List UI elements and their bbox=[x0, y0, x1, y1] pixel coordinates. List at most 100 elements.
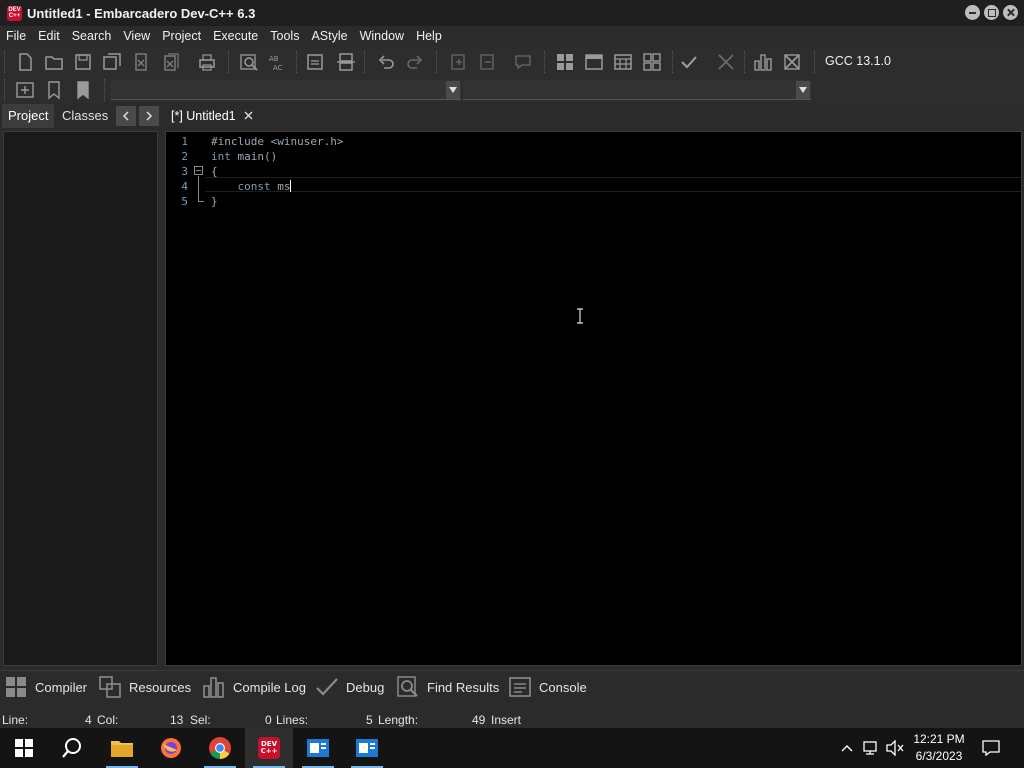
action-center-button[interactable] bbox=[980, 728, 1002, 768]
main-toolbar: AB AC GCC 13.1.0 bbox=[0, 47, 1024, 77]
code-editor[interactable]: 1 #include <winuser.h> 2 int main() 3 { … bbox=[165, 131, 1022, 666]
close-button[interactable] bbox=[1003, 5, 1018, 20]
compiler-selector[interactable]: GCC 13.1.0 bbox=[825, 54, 891, 68]
taskbar-chrome[interactable] bbox=[196, 728, 244, 768]
menu-edit[interactable]: Edit bbox=[32, 26, 66, 47]
tab-classes[interactable]: Classes bbox=[56, 104, 114, 128]
clean-icon[interactable] bbox=[780, 51, 804, 73]
notification-icon bbox=[982, 740, 1000, 756]
toolbar-grip[interactable] bbox=[364, 51, 366, 73]
indent-icon[interactable] bbox=[446, 51, 470, 73]
menu-search[interactable]: Search bbox=[66, 26, 118, 47]
menu-execute[interactable]: Execute bbox=[207, 26, 264, 47]
restore-button[interactable] bbox=[984, 5, 999, 20]
tab-project[interactable]: Project bbox=[2, 104, 55, 128]
taskbar-file-explorer[interactable] bbox=[98, 728, 146, 768]
taskbar-app-window-2[interactable] bbox=[343, 728, 391, 768]
chevron-right-icon[interactable] bbox=[139, 106, 159, 126]
goto-bookmark-icon[interactable] bbox=[71, 79, 95, 101]
menu-view[interactable]: View bbox=[117, 26, 156, 47]
tab-resources[interactable]: Resources bbox=[98, 674, 191, 700]
menu-astyle[interactable]: AStyle bbox=[305, 26, 353, 47]
unindent-icon[interactable] bbox=[475, 51, 499, 73]
menu-file[interactable]: File bbox=[0, 26, 32, 47]
tab-untitled1[interactable]: [*] Untitled1 bbox=[165, 104, 259, 128]
toolbar-grip[interactable] bbox=[4, 79, 6, 101]
tab-debug[interactable]: Debug bbox=[315, 674, 384, 700]
chevron-down-icon[interactable] bbox=[796, 81, 810, 99]
menu-tools[interactable]: Tools bbox=[264, 26, 305, 47]
save-icon[interactable] bbox=[71, 51, 95, 73]
tab-label: Resources bbox=[129, 679, 192, 695]
print-icon[interactable] bbox=[195, 51, 219, 73]
toolbar-grip[interactable] bbox=[436, 51, 438, 73]
class-combo[interactable] bbox=[111, 80, 461, 100]
toolbar-grip[interactable] bbox=[814, 51, 816, 73]
code-text: } bbox=[211, 195, 218, 208]
app-window-icon bbox=[356, 739, 378, 757]
menu-window[interactable]: Window bbox=[354, 26, 410, 47]
menu-project[interactable]: Project bbox=[156, 26, 207, 47]
close-all-icon[interactable] bbox=[158, 51, 182, 73]
check-icon[interactable] bbox=[677, 51, 701, 73]
redo-icon[interactable] bbox=[403, 51, 427, 73]
close-icon[interactable] bbox=[244, 109, 253, 123]
undo-icon[interactable] bbox=[374, 51, 398, 73]
find-icon[interactable] bbox=[237, 51, 261, 73]
insert-code-icon[interactable] bbox=[13, 79, 37, 101]
code-rest: ms bbox=[270, 180, 291, 193]
status-col-value: 13 bbox=[170, 713, 184, 727]
code-text: int main() bbox=[211, 149, 277, 164]
toolbar-grip[interactable] bbox=[296, 51, 298, 73]
project-grid-icon[interactable] bbox=[553, 51, 577, 73]
goto-line-icon[interactable] bbox=[303, 51, 327, 73]
code-text: const ms bbox=[211, 179, 292, 194]
member-combo[interactable] bbox=[463, 80, 811, 100]
open-icon[interactable] bbox=[42, 51, 66, 73]
show-hidden-icons-button[interactable] bbox=[838, 728, 856, 768]
start-button[interactable] bbox=[0, 728, 48, 768]
left-panel-tabs: Project Classes bbox=[0, 104, 163, 128]
chart-icon[interactable] bbox=[751, 51, 775, 73]
chevron-down-icon[interactable] bbox=[446, 81, 460, 99]
tab-compiler[interactable]: Compiler bbox=[4, 674, 87, 700]
comment-icon[interactable] bbox=[511, 51, 535, 73]
toolbar-grip[interactable] bbox=[228, 51, 230, 73]
menu-bar: File Edit Search View Project Execute To… bbox=[0, 26, 1024, 47]
system-clock[interactable]: 12:21 PM 6/3/2023 bbox=[905, 731, 973, 765]
volume-button[interactable] bbox=[884, 728, 906, 768]
status-insert-mode: Insert bbox=[491, 713, 522, 727]
replace-icon[interactable]: AB AC bbox=[266, 51, 290, 73]
minimize-button[interactable] bbox=[965, 5, 980, 20]
taskbar-firefox[interactable] bbox=[147, 728, 195, 768]
menu-help[interactable]: Help bbox=[410, 26, 448, 47]
tab-console[interactable]: Console bbox=[508, 674, 587, 700]
tab-find-results[interactable]: Find Results bbox=[396, 674, 499, 700]
save-all-icon[interactable] bbox=[100, 51, 124, 73]
editor-tab-bar: [*] Untitled1 bbox=[163, 104, 1024, 128]
tab-compile-log[interactable]: Compile Log bbox=[202, 674, 306, 700]
bookmark-icon[interactable] bbox=[42, 79, 66, 101]
calendar-icon[interactable] bbox=[611, 51, 635, 73]
search-button[interactable] bbox=[48, 728, 96, 768]
toggle-panel-icon[interactable] bbox=[334, 51, 358, 73]
toolbar-grip[interactable] bbox=[544, 51, 546, 73]
chevron-left-icon[interactable] bbox=[116, 106, 136, 126]
code-line-current: 4 const ms bbox=[166, 179, 1021, 194]
cross-icon[interactable] bbox=[714, 51, 738, 73]
taskbar-app-window[interactable] bbox=[294, 728, 342, 768]
title-bar[interactable]: DEV C++ Untitled1 - Embarcadero Dev-C++ … bbox=[0, 0, 1024, 26]
toolbar-grip[interactable] bbox=[672, 51, 674, 73]
line-number: 3 bbox=[181, 165, 188, 178]
toolbar-grip[interactable] bbox=[4, 51, 6, 73]
options-icon[interactable] bbox=[640, 51, 664, 73]
status-sel-label: Sel: bbox=[190, 713, 211, 727]
project-tree-panel[interactable] bbox=[3, 131, 158, 666]
new-file-icon[interactable] bbox=[13, 51, 37, 73]
window-icon[interactable] bbox=[582, 51, 606, 73]
toolbar-grip[interactable] bbox=[104, 79, 106, 101]
close-file-icon[interactable] bbox=[129, 51, 153, 73]
network-status-button[interactable] bbox=[860, 728, 882, 768]
toolbar-grip[interactable] bbox=[744, 51, 746, 73]
taskbar-devcpp[interactable]: DEV C++ bbox=[245, 728, 293, 768]
